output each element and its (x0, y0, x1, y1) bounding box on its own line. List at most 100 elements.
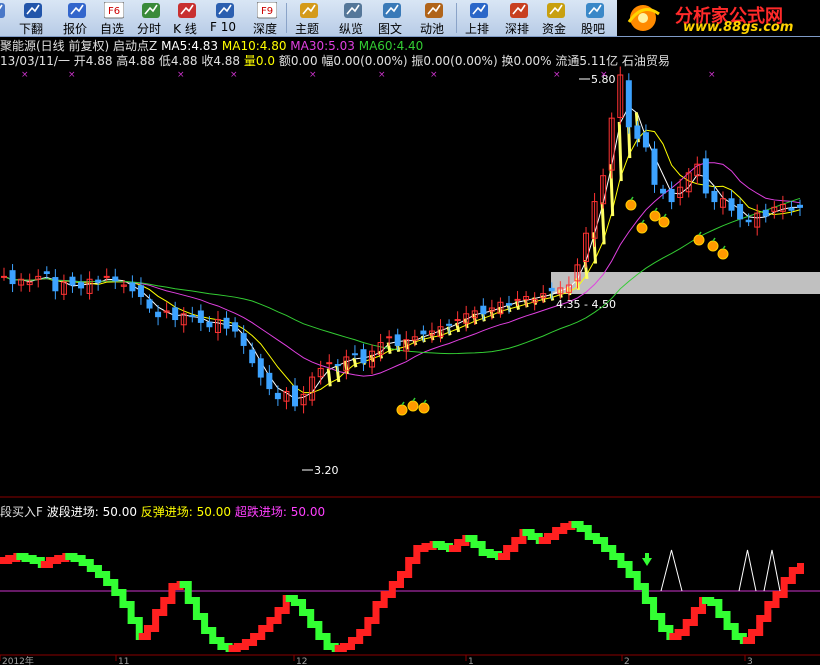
signal-dot (636, 222, 648, 234)
candle-body[interactable] (1, 275, 7, 278)
candle-body[interactable] (514, 298, 521, 301)
axis-label: 2012年 (2, 655, 34, 665)
candle-body[interactable] (351, 353, 358, 356)
rebound-value: 50.00 (196, 505, 232, 519)
candle-body[interactable] (360, 349, 367, 364)
spike-signal (738, 549, 757, 592)
candle-body[interactable] (197, 310, 204, 323)
candle-body[interactable] (43, 271, 50, 275)
signal-dot (658, 216, 670, 228)
candle-body[interactable] (274, 392, 281, 400)
kline-chart[interactable]: 5.803.204.35 - 4.50 2012年 11 12 1 2 3 × × × × × × ×… (0, 0, 820, 665)
candle-body[interactable] (634, 125, 641, 139)
candle-body[interactable] (206, 321, 213, 328)
candle-body[interactable] (788, 207, 795, 211)
signal-hatch (326, 368, 332, 387)
candle-body[interactable] (711, 190, 718, 203)
candle-body[interactable] (112, 276, 119, 282)
top-marker: × (600, 70, 608, 80)
candle-body[interactable] (334, 364, 341, 367)
candle-body[interactable] (249, 349, 256, 364)
zone-label: 4.35 - 4.50 (556, 298, 616, 311)
candle-body[interactable] (189, 314, 196, 318)
signal-dot-leaf (401, 401, 405, 406)
candle-body[interactable] (129, 282, 136, 292)
signal-dot (418, 402, 430, 414)
top-marker: × (68, 70, 76, 80)
sub-chart-title: 段买入F (0, 505, 43, 519)
candle-body[interactable] (454, 319, 461, 322)
signal-dot-leaf (712, 237, 716, 242)
axis-label: 12 (296, 657, 307, 665)
candle-body[interactable] (762, 209, 769, 217)
signal-dot (649, 210, 661, 222)
candle-body[interactable] (394, 334, 401, 346)
candle-body[interactable] (797, 204, 803, 208)
candle-body[interactable] (326, 362, 333, 365)
candle-body[interactable] (728, 198, 735, 211)
candle-body[interactable] (505, 303, 512, 306)
candle-body[interactable] (386, 336, 393, 339)
oscillator-step (797, 563, 804, 574)
candle-body[interactable] (745, 219, 752, 223)
signal-dot (693, 234, 705, 246)
down-arrow-stem (645, 553, 649, 559)
candle-body[interactable] (146, 299, 153, 309)
top-marker: × (378, 70, 386, 80)
candle-body[interactable] (69, 276, 76, 286)
top-marker: × (553, 70, 561, 80)
candle-body[interactable] (223, 317, 230, 329)
candle-body[interactable] (660, 188, 667, 194)
candle-body[interactable] (257, 358, 264, 378)
candle-body[interactable] (625, 80, 632, 128)
candle-body[interactable] (480, 305, 487, 315)
candle-body[interactable] (548, 287, 555, 292)
candle-body[interactable] (420, 330, 427, 335)
axis-label: 3 (747, 657, 753, 665)
signal-hatch (617, 121, 623, 182)
signal-dot-leaf (423, 399, 427, 404)
signal-dot-leaf (412, 397, 416, 402)
candle-body[interactable] (9, 270, 16, 285)
wave-label: 波段进场: (46, 505, 99, 519)
candle-body[interactable] (651, 148, 658, 185)
candle-body[interactable] (52, 277, 59, 292)
signal-dot-leaf (630, 196, 634, 201)
candle-body[interactable] (292, 385, 299, 407)
signal-dot (396, 404, 408, 416)
spike-signal (763, 549, 781, 592)
sub-chart-header: 段买入F 波段进场: 50.00 反弹进场: 50.00 超跌进场: 50.00 (0, 503, 325, 520)
signal-dot-leaf (654, 207, 658, 212)
signal-hatch (600, 202, 606, 245)
candle-body[interactable] (137, 285, 144, 298)
axis-label: 2 (624, 657, 630, 665)
candle-body[interactable] (240, 333, 247, 346)
axis-label: 1 (468, 657, 474, 665)
candle-body[interactable] (737, 204, 744, 220)
top-marker: × (309, 70, 317, 80)
candle-body[interactable] (266, 372, 273, 390)
signal-dot (625, 199, 637, 211)
top-marker: × (430, 70, 438, 80)
candle-body[interactable] (95, 279, 102, 283)
candle-body[interactable] (232, 322, 239, 332)
candle-body[interactable] (103, 275, 110, 278)
candle-body[interactable] (172, 307, 179, 321)
top-marker: × (21, 70, 29, 80)
wave-value: 50.00 (102, 505, 137, 519)
top-marker: × (230, 70, 238, 80)
zone-band (551, 272, 820, 294)
candle-body[interactable] (668, 188, 675, 203)
candle-body[interactable] (446, 323, 453, 326)
signal-dot (707, 240, 719, 252)
candle-body[interactable] (702, 158, 709, 194)
ma10-line (3, 129, 801, 394)
candle-body[interactable] (155, 311, 162, 318)
axis-label: 11 (118, 657, 129, 665)
candle-body[interactable] (78, 282, 85, 289)
ma5-line (3, 105, 800, 400)
candle-body[interactable] (642, 132, 649, 148)
top-marker: × (177, 70, 185, 80)
super-label: 超跌进场: (234, 505, 287, 519)
super-value: 50.00 (290, 505, 326, 519)
